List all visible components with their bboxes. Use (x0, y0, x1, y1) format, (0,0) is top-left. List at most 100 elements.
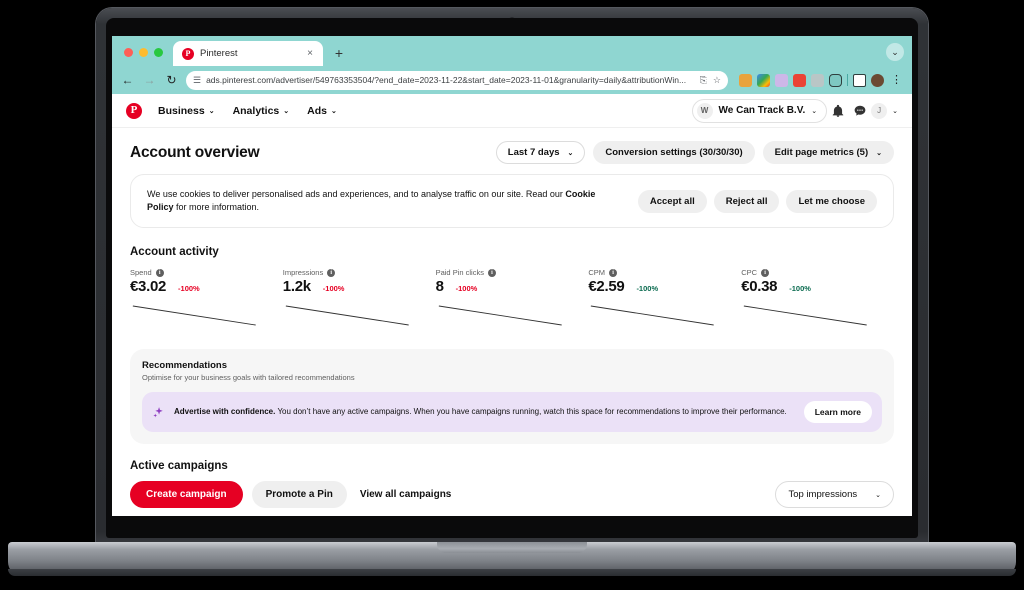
edit-page-metrics-label: Edit page metrics (5) (774, 147, 869, 158)
active-campaigns-title: Active campaigns (130, 460, 228, 473)
chevron-down-icon: ⌄ (330, 108, 337, 115)
laptop-base (8, 542, 1016, 576)
campaign-sort-label: Top impressions (788, 489, 858, 501)
extension-red-icon[interactable] (793, 73, 806, 87)
browser-profile-avatar[interactable] (871, 73, 884, 87)
user-menu-chevron-down-icon[interactable]: ⌄ (892, 108, 898, 115)
extension-puzzle-icon[interactable] (829, 73, 842, 87)
laptop-base-notch (437, 542, 587, 553)
reject-all-button[interactable]: Reject all (713, 189, 780, 213)
info-icon[interactable]: i (761, 268, 770, 277)
account-activity-title: Account activity (130, 246, 219, 259)
extension-gray-icon[interactable] (811, 73, 824, 87)
cookie-banner-actions: Accept all Reject all Let me choose (637, 189, 877, 213)
cookie-banner-text: We use cookies to deliver personalised a… (147, 188, 624, 214)
metric-label: CPM (588, 268, 606, 278)
metric-label: Impressions (282, 268, 324, 278)
chevron-down-icon: ⌄ (811, 108, 818, 115)
metric-card-paid-pin-clicks: Paid Pin clicks i 8 -100% (436, 268, 589, 331)
toolbar-divider (847, 74, 848, 86)
campaign-sort-select[interactable]: Top impressions ⌄ (775, 481, 894, 509)
laptop-lid: P Pinterest × + ⌄ ← → ↻ ☰ ads.pinterest.… (96, 8, 928, 548)
info-icon[interactable]: i (487, 268, 496, 277)
promote-a-pin-button[interactable]: Promote a Pin (251, 481, 347, 509)
metric-card-cpm: CPM i €2.59 -100% (588, 268, 741, 331)
extensions-row: ⋮ (735, 73, 904, 87)
accept-all-button[interactable]: Accept all (637, 189, 707, 213)
nav-item-business-label: Business (158, 104, 205, 117)
google-extension-icon[interactable] (757, 73, 770, 87)
chevron-down-icon: ⌄ (208, 108, 215, 115)
chevron-down-icon: ⌄ (567, 150, 574, 157)
side-panel-icon[interactable] (853, 73, 866, 87)
metric-delta: -100% (455, 284, 478, 294)
browser-menu-icon[interactable]: ⋮ (889, 74, 904, 86)
page-info-icon[interactable]: ☰ (193, 75, 201, 85)
browser-chrome: P Pinterest × + ⌄ ← → ↻ ☰ ads.pinterest.… (112, 36, 912, 94)
laptop-base-foot (8, 569, 1016, 576)
nav-item-ads[interactable]: Ads ⌄ (298, 101, 346, 121)
cookie-text-after: for more information. (173, 202, 260, 213)
info-icon[interactable]: i (327, 268, 336, 277)
screenshot-stage: P Pinterest × + ⌄ ← → ↻ ☰ ads.pinterest.… (0, 0, 1024, 590)
learn-more-button[interactable]: Learn more (803, 401, 872, 424)
metric-label: CPC (741, 268, 758, 278)
tab-strip: P Pinterest × + ⌄ (112, 36, 912, 66)
cast-icon[interactable]: ⎘ (700, 75, 707, 85)
bell-icon[interactable] (827, 100, 849, 122)
window-traffic-lights[interactable] (122, 48, 173, 66)
browser-window: P Pinterest × + ⌄ ← → ↻ ☰ ads.pinterest.… (112, 36, 912, 516)
let-me-choose-button[interactable]: Let me choose (786, 189, 877, 213)
forward-button[interactable]: → (142, 74, 157, 86)
create-campaign-button[interactable]: Create campaign (130, 481, 243, 509)
browser-tab-pinterest[interactable]: P Pinterest × (173, 41, 323, 66)
date-range-selector[interactable]: Last 7 days ⌄ (495, 141, 586, 164)
nav-item-business[interactable]: Business ⌄ (149, 101, 224, 121)
metric-card-cpc: CPC i €0.38 -100% (741, 268, 894, 331)
pinterest-logo-icon[interactable]: P (126, 102, 142, 119)
extension-purple-icon[interactable] (775, 73, 788, 87)
url-text: ads.pinterest.com/advertiser/54976335350… (206, 75, 687, 85)
metric-value: €0.38 (741, 278, 778, 296)
new-tab-button[interactable]: + (329, 43, 349, 63)
account-name-label: We Can Track B.V. (718, 105, 806, 116)
bookmark-star-icon[interactable]: ☆ (713, 75, 721, 85)
info-icon[interactable]: i (609, 268, 618, 277)
account-switcher[interactable]: W We Can Track B.V. ⌄ (691, 98, 828, 123)
view-all-campaigns-link[interactable]: View all campaigns (356, 481, 456, 508)
browser-toolbar: ← → ↻ ☰ ads.pinterest.com/advertiser/549… (112, 66, 912, 94)
tab-title: Pinterest (200, 48, 238, 59)
pinterest-ads-app: P Business ⌄ Analytics ⌄ Ads ⌄ W We Can … (112, 94, 912, 516)
info-icon[interactable]: i (155, 268, 164, 277)
page-content: Account overview Last 7 days ⌄ Conversio… (112, 128, 912, 509)
metric-value: €2.59 (588, 278, 625, 296)
conversion-settings-label: Conversion settings (30/30/30) (605, 147, 743, 158)
close-tab-icon[interactable]: × (305, 48, 315, 59)
metric-delta: -100% (322, 284, 345, 294)
page-title: Account overview (130, 143, 260, 161)
reload-button[interactable]: ↻ (164, 74, 179, 86)
back-button[interactable]: ← (120, 74, 135, 86)
minimize-window-button[interactable] (139, 48, 148, 57)
metric-value: €3.02 (130, 278, 167, 296)
chevron-down-icon: ⌄ (876, 150, 882, 157)
recommendations-title: Recommendations (142, 360, 227, 372)
window-menu-icon[interactable]: ⌄ (886, 43, 904, 61)
close-window-button[interactable] (124, 48, 133, 57)
metric-card-impressions: Impressions i 1.2k -100% (283, 268, 436, 331)
extension-orange-icon[interactable] (739, 73, 752, 87)
maximize-window-button[interactable] (154, 48, 163, 57)
chat-bubble-icon[interactable] (849, 100, 871, 122)
address-bar[interactable]: ☰ ads.pinterest.com/advertiser/549763353… (186, 70, 728, 90)
recommendation-headline: Advertise with confidence. (174, 407, 276, 417)
sparkline-chart (741, 301, 884, 331)
nav-item-analytics[interactable]: Analytics ⌄ (224, 101, 299, 121)
conversion-settings-button[interactable]: Conversion settings (30/30/30) (593, 141, 755, 164)
edit-page-metrics-button[interactable]: Edit page metrics (5) ⌄ (762, 141, 894, 164)
recommendations-card: Recommendations Optimise for your busine… (130, 349, 894, 445)
recommendation-text: Advertise with confidence. You don’t hav… (174, 406, 795, 418)
user-avatar[interactable]: J (871, 102, 888, 119)
sparkline-chart (588, 301, 731, 331)
campaign-actions-row: Create campaign Promote a Pin View all c… (130, 481, 894, 509)
metric-delta: -100% (636, 284, 659, 294)
